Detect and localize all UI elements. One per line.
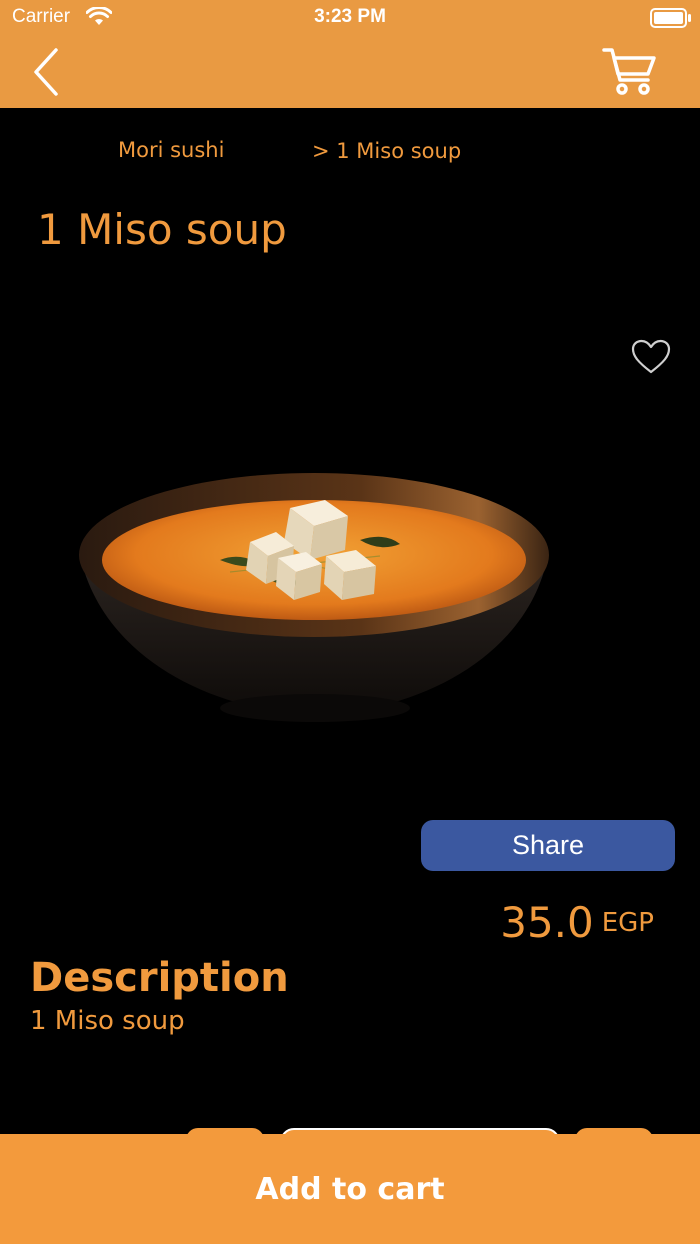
status-time: 3:23 PM [314,6,386,27]
navigation-bar [0,36,700,108]
battery-icon [650,8,692,32]
description-heading: Description [30,955,289,1001]
miso-soup-image [79,473,549,722]
product-title: 1 Miso soup [37,205,287,254]
heart-outline-icon [631,339,671,374]
breadcrumb-home-link[interactable]: Mori sushi [118,138,224,162]
back-button[interactable] [28,44,68,100]
add-to-cart-button[interactable]: Add to cart [0,1134,700,1244]
cart-button[interactable] [600,46,660,98]
price: 35.0 EGP [500,898,654,947]
share-button[interactable]: Share [421,820,675,871]
price-value: 35.0 [500,898,594,947]
price-currency: EGP [601,908,654,938]
favorite-button[interactable] [630,338,672,376]
product-image [70,460,560,740]
status-bar: Carrier 3:23 PM [0,0,700,36]
shopping-cart-icon [602,48,656,95]
chevron-left-icon [34,48,58,96]
description-text: 1 Miso soup [30,1006,185,1036]
breadcrumb-current: > 1 Miso soup [312,139,462,163]
